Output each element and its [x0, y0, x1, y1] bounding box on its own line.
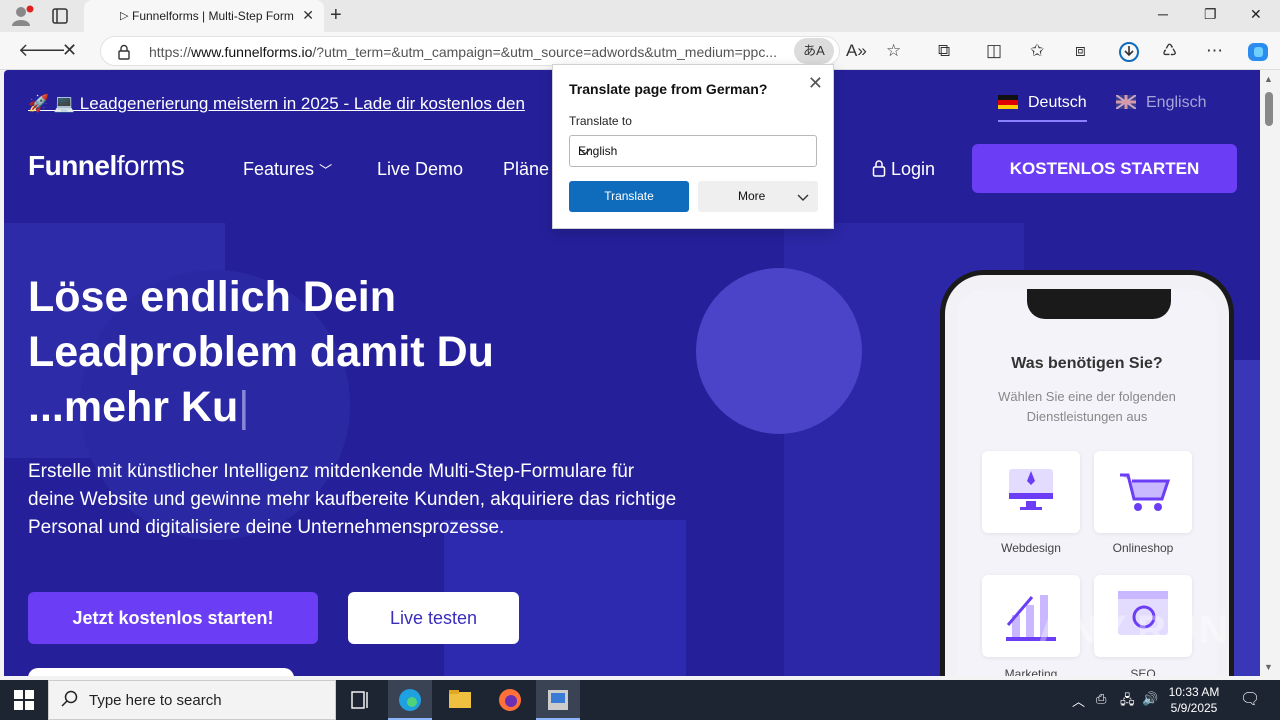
taskbar-search[interactable]: Type here to search [48, 680, 336, 720]
form-subtitle: Wählen Sie eine der folgenden Dienstleis… [998, 389, 1176, 424]
lock-icon[interactable] [117, 44, 131, 65]
language-german[interactable]: Deutsch [998, 94, 1087, 122]
scroll-up-icon[interactable]: ▲ [1264, 74, 1273, 84]
more-menu-icon[interactable]: ⋯ [1206, 41, 1223, 61]
search-icon [61, 690, 79, 712]
option-label: Webdesign [1001, 541, 1061, 555]
more-button[interactable]: More [698, 181, 818, 212]
firefox-icon[interactable] [488, 680, 532, 720]
tab-favicon-icon: ▷ [120, 10, 129, 22]
split-screen-icon[interactable]: ◫ [986, 41, 1002, 61]
active-tab[interactable]: ▷ Funnelforms | Multi-Step Form ✕ [84, 0, 324, 32]
address-bar[interactable]: https://www.funnelforms.io/?utm_term=&ut… [100, 36, 840, 66]
option-card-onlineshop[interactable] [1094, 451, 1192, 533]
shopping-cart-icon [1120, 473, 1171, 511]
profile-icon[interactable] [10, 5, 34, 27]
language-select[interactable]: English [569, 135, 817, 167]
notifications-icon[interactable]: 🗨 [1240, 689, 1260, 709]
menu-live-demo[interactable]: Live Demo [377, 159, 463, 180]
announcement-link[interactable]: 🚀 💻 Leadgenerierung meistern in 2025 - L… [28, 94, 525, 114]
copilot-icon[interactable] [1246, 41, 1270, 64]
login-link[interactable]: Login [872, 159, 935, 180]
scroll-down-icon[interactable]: ▼ [1264, 662, 1273, 672]
file-explorer-icon[interactable] [438, 680, 482, 720]
option-label: Onlineshop [1112, 541, 1174, 555]
german-flag-icon [998, 95, 1018, 109]
volume-icon[interactable]: 🔊 [1142, 691, 1158, 707]
popup-close-icon[interactable]: ✕ [808, 73, 823, 94]
task-view-icon[interactable] [338, 680, 382, 720]
anyrun-watermark: ANY.RUN [1038, 608, 1230, 652]
restore-icon[interactable]: ❐ [1204, 6, 1217, 23]
collections-icon[interactable]: ⧈ [1075, 41, 1086, 61]
extensions-icon[interactable]: ⧉ [938, 41, 950, 61]
edge-taskbar-icon[interactable] [388, 680, 432, 720]
menu-plans[interactable]: Pläne [503, 159, 549, 180]
read-aloud-icon[interactable]: A» [846, 41, 867, 61]
favorites-icon[interactable]: ✩ [1030, 41, 1044, 61]
popup-title: Translate page from German? [569, 81, 768, 97]
option-label: Marketing [1004, 667, 1058, 676]
option-card-webdesign[interactable] [982, 451, 1080, 533]
translate-to-label: Translate to [569, 114, 632, 128]
network-icon[interactable]: 🖧 [1120, 691, 1135, 713]
app-taskbar-icon[interactable] [536, 680, 580, 720]
page-scrollbar[interactable]: ▲ ▼ [1260, 70, 1280, 676]
translate-button[interactable]: Translate [569, 181, 689, 212]
start-free-button[interactable]: KOSTENLOS STARTEN [972, 144, 1237, 193]
webdesign-icon [1009, 469, 1053, 510]
tab-close-icon[interactable]: ✕ [302, 7, 314, 24]
option-label: SEO [1130, 667, 1156, 676]
url-text: https://www.funnelforms.io/?utm_term=&ut… [149, 44, 777, 60]
partial-badge [28, 668, 294, 676]
minimize-icon[interactable]: ─ [1158, 6, 1168, 22]
favorite-star-icon[interactable]: ☆ [886, 41, 901, 61]
lock-icon [872, 159, 886, 179]
decorative-circle [696, 268, 862, 434]
windows-start-icon[interactable] [14, 690, 34, 715]
stop-loading-icon[interactable]: ✕ [62, 40, 77, 61]
translate-popup: Translate page from German? ✕ Translate … [552, 64, 834, 229]
language-english[interactable]: Englisch [1115, 94, 1206, 112]
system-clock[interactable]: 10:33 AM 5/9/2025 [1160, 684, 1228, 716]
new-tab-icon[interactable]: + [330, 4, 342, 27]
form-title: Was benötigen Sie? [1011, 355, 1163, 372]
uk-flag-icon [1115, 94, 1137, 110]
performance-icon[interactable]: ♺ [1162, 41, 1177, 61]
hero-heading: Löse endlich Dein Leadproblem damit Du .… [28, 273, 494, 431]
live-test-button[interactable]: Live testen [348, 592, 519, 644]
back-icon[interactable]: 🡐 [18, 40, 66, 61]
tray-expand-icon[interactable]: ︿ [1072, 691, 1085, 710]
downloads-icon[interactable] [1118, 41, 1140, 64]
scrollbar-thumb[interactable] [1265, 92, 1273, 126]
chevron-down-icon: ﹀ [319, 163, 333, 178]
translate-icon[interactable]: あA [794, 38, 834, 64]
hero-subtitle: Erstelle mit künstlicher Intelligenz mit… [28, 461, 677, 538]
funnelforms-logo[interactable]: Funnelforms [28, 150, 185, 182]
window-close-icon[interactable]: ✕ [1250, 6, 1262, 23]
menu-features[interactable]: Features ﹀ [243, 159, 332, 180]
chevron-down-icon [796, 187, 810, 218]
phone-notch [1027, 289, 1171, 319]
windows-taskbar: Type here to search ︿ ⎙ 🖧 🔊 10:33 AM 5/9… [0, 680, 1280, 720]
chevron-down-icon [578, 142, 808, 163]
start-now-button[interactable]: Jetzt kostenlos starten! [28, 592, 318, 644]
tray-app-icon[interactable]: ⎙ [1096, 691, 1106, 707]
tab-strip: ▷ Funnelforms | Multi-Step Form ✕ + ─ ❐ … [0, 0, 1280, 32]
tab-actions-icon[interactable] [50, 6, 70, 26]
